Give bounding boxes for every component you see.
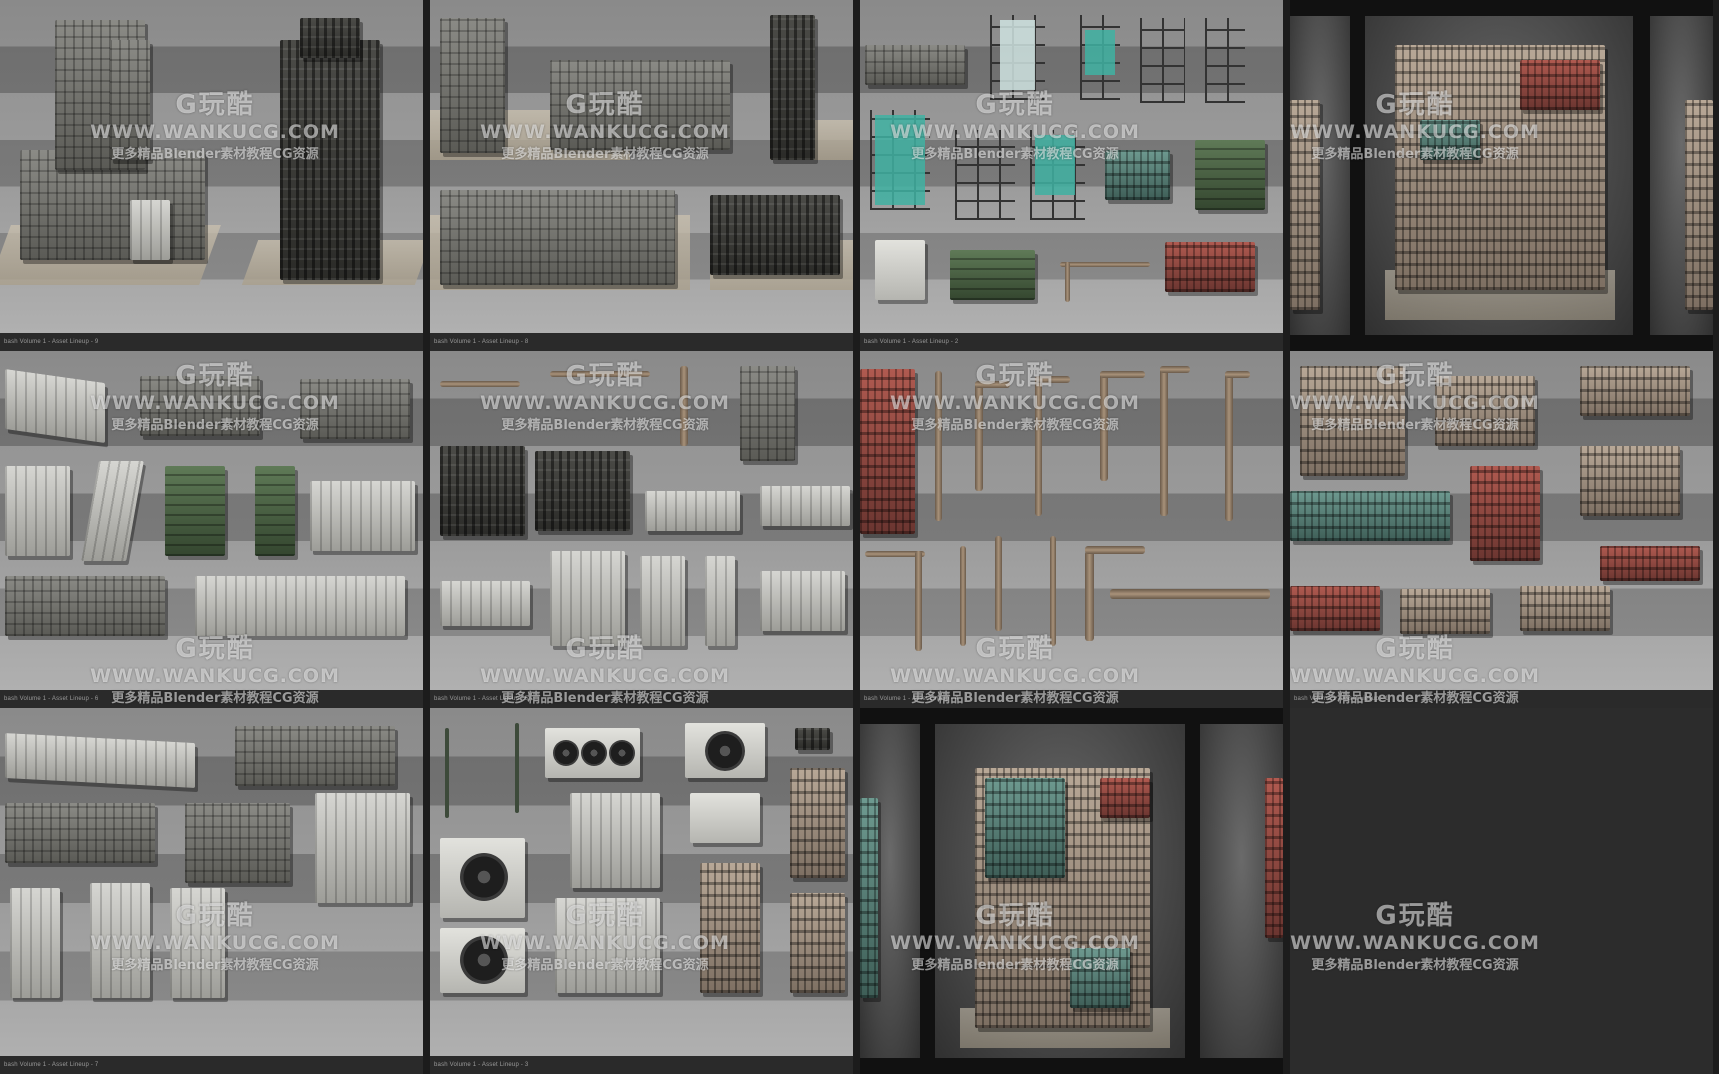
thumbnail-pipes[interactable]: bash Volume 1 - Asset Lineup - 4	[860, 351, 1283, 708]
asset-lineup-caption: bash Volume 1 - Asset Lineup - 3	[430, 1056, 853, 1074]
thumbnail-apartment-modules[interactable]: bash Volume 1 - Asset Lineup - 1	[1290, 351, 1713, 708]
asset-lineup-caption: bash Volume 1 - Asset Lineup - 4	[860, 690, 1283, 708]
asset-lineup-grid: bash Volume 1 - Asset Lineup - 9 bash Vo…	[0, 0, 1719, 1074]
thumbnail-ac-units-facades[interactable]: bash Volume 1 - Asset Lineup - 3	[430, 708, 853, 1074]
thumbnail-industrial-blocks[interactable]: bash Volume 1 - Asset Lineup - 5	[430, 351, 853, 708]
thumbnail-sci-fi-towers[interactable]: bash Volume 1 - Asset Lineup - 9	[0, 0, 423, 351]
asset-lineup-caption: bash Volume 1 - Asset Lineup - 5	[430, 690, 853, 708]
thumbnail-concrete-buildings[interactable]: bash Volume 1 - Asset Lineup - 8	[430, 0, 853, 351]
asset-lineup-caption: bash Volume 1 - Asset Lineup - 2	[860, 333, 1283, 351]
asset-lineup-caption: bash Volume 1 - Asset Lineup - 1	[1290, 690, 1713, 708]
asset-lineup-caption: bash Volume 1 - Asset Lineup - 9	[0, 333, 423, 351]
asset-lineup-caption: bash Volume 1 - Asset Lineup - 6	[0, 690, 423, 708]
thumbnail-tower-render[interactable]	[860, 708, 1283, 1074]
asset-lineup-caption: bash Volume 1 - Asset Lineup - 8	[430, 333, 853, 351]
thumbnail-concrete-modules[interactable]: bash Volume 1 - Asset Lineup - 6	[0, 351, 423, 708]
thumbnail-apartment-render[interactable]	[1290, 0, 1713, 351]
empty-grid-cell	[1290, 708, 1713, 1074]
thumbnail-scaffolding-assets[interactable]: bash Volume 1 - Asset Lineup - 2	[860, 0, 1283, 351]
thumbnail-concrete-shapes[interactable]: bash Volume 1 - Asset Lineup - 7	[0, 708, 423, 1074]
asset-lineup-caption: bash Volume 1 - Asset Lineup - 7	[0, 1056, 423, 1074]
